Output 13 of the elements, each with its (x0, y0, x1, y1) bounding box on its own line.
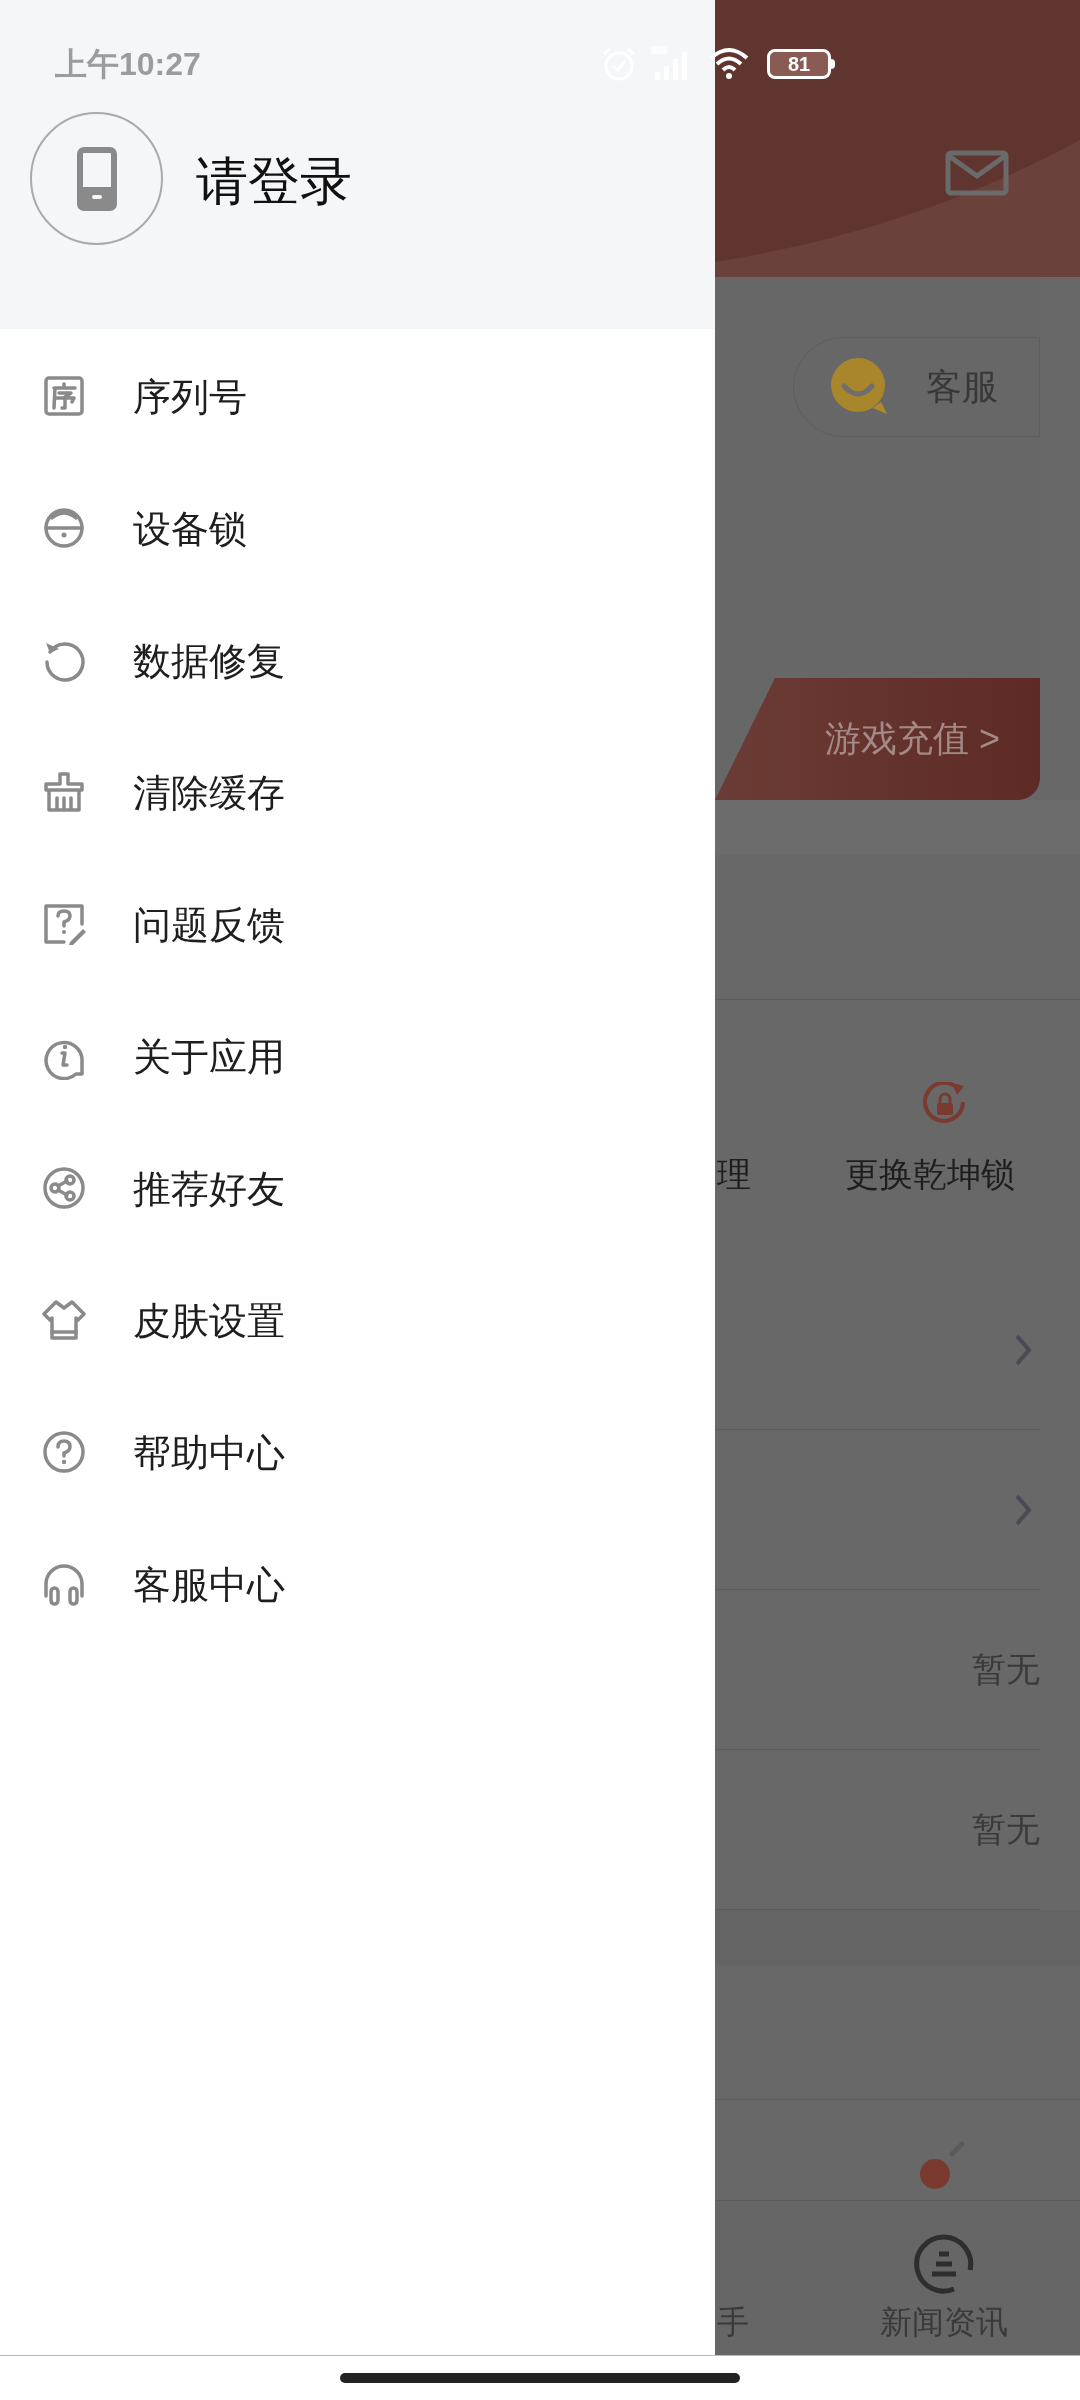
help-icon (42, 1430, 88, 1476)
lock-rotate-icon[interactable] (923, 1082, 967, 1126)
news-icon[interactable] (914, 2234, 974, 2294)
clock: 上午10:27 (55, 45, 201, 84)
chevron-icon[interactable] (1014, 1492, 1032, 1527)
feedback-icon (42, 902, 88, 948)
login-prompt[interactable]: 请登录 (196, 155, 352, 207)
chevron-icon[interactable] (1014, 1332, 1032, 1367)
share-icon (42, 1166, 88, 1212)
avatar[interactable] (30, 112, 163, 245)
mail-icon[interactable] (945, 150, 1009, 196)
home-indicator[interactable] (340, 2373, 740, 2383)
phone-icon (76, 146, 117, 211)
